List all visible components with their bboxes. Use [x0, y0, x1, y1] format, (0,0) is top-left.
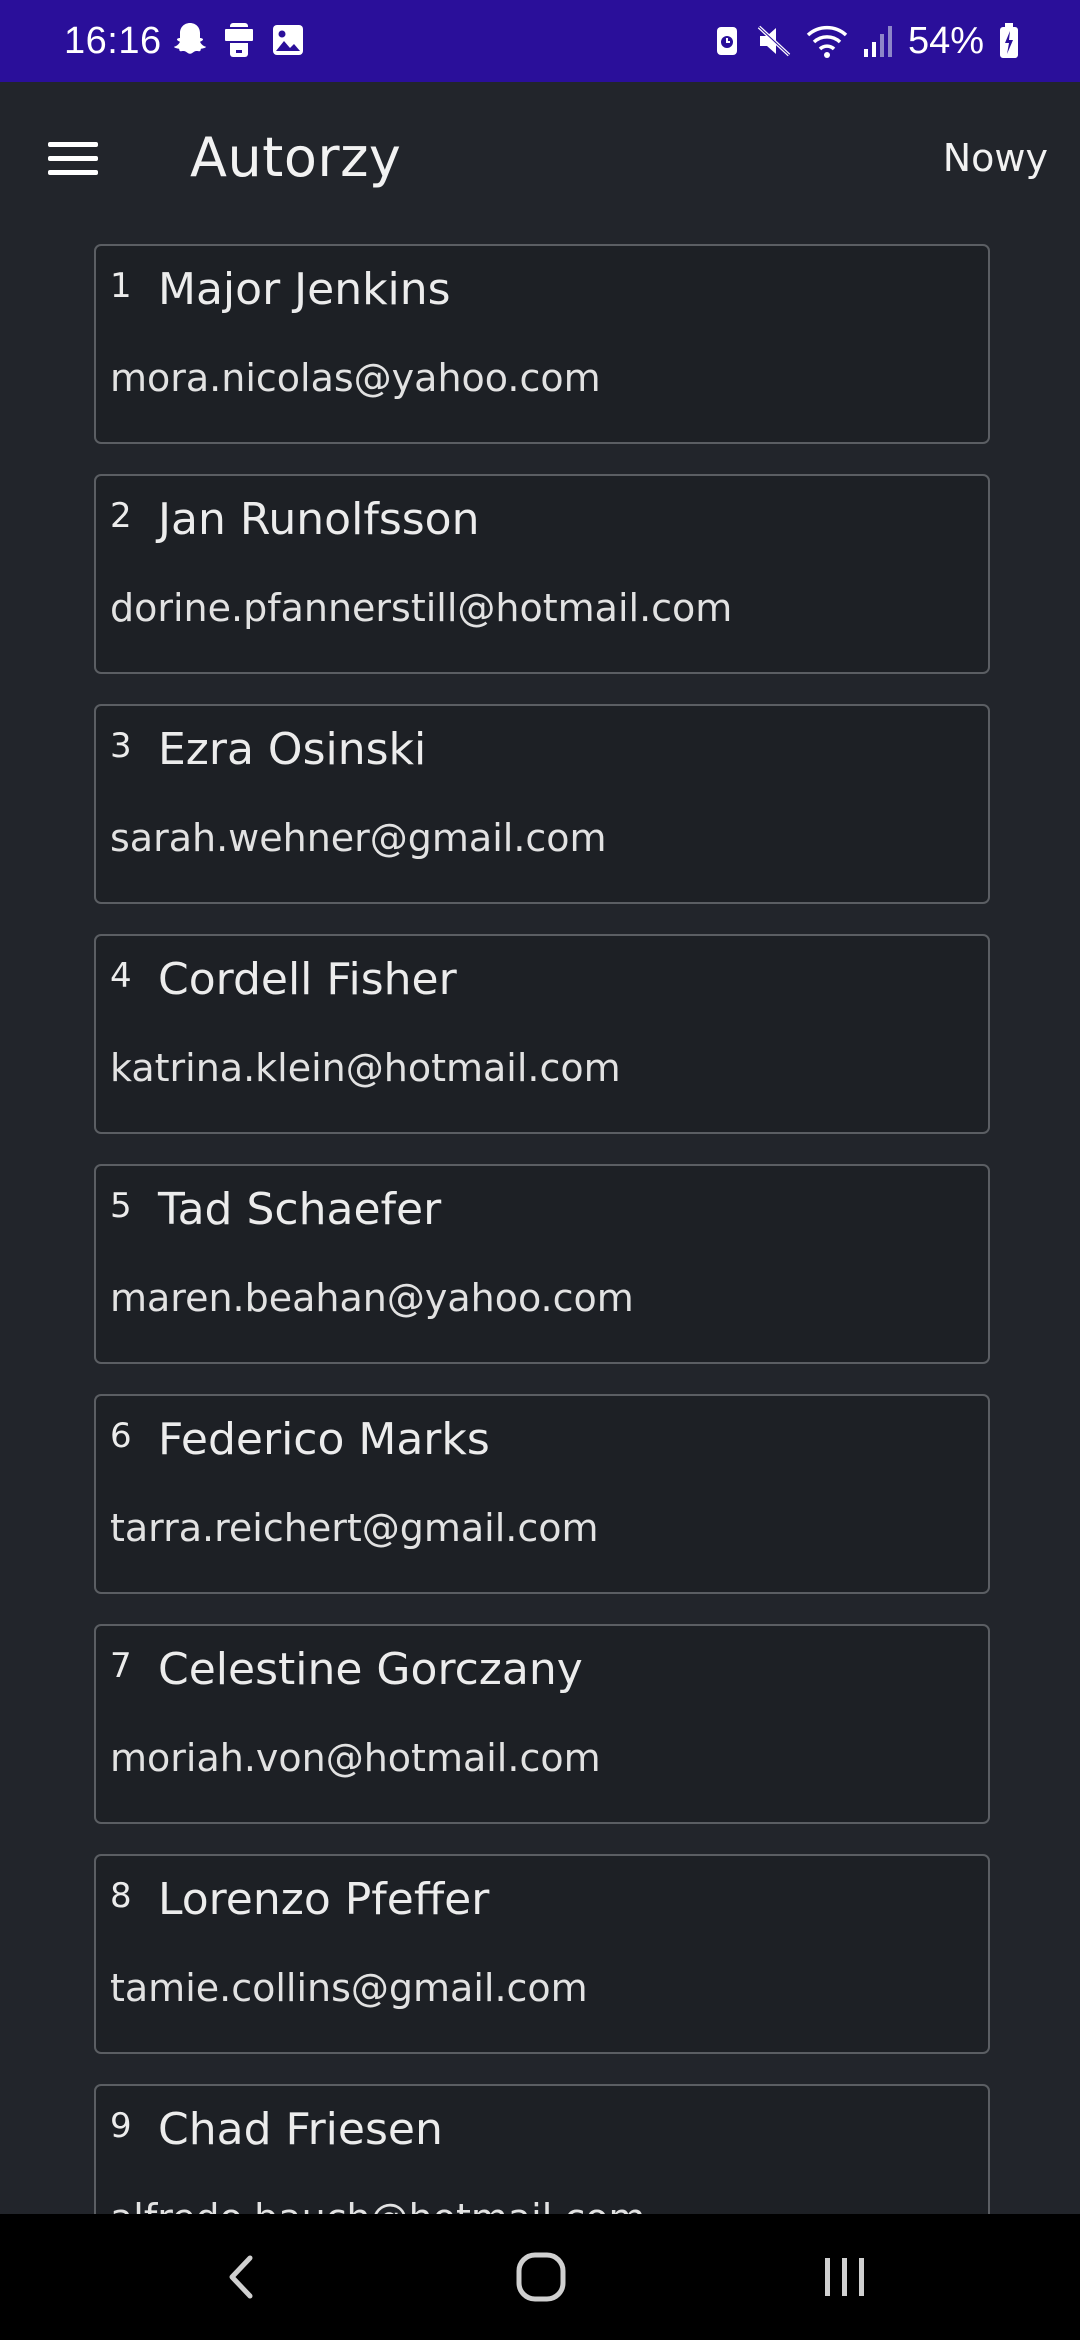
new-author-button[interactable]: Nowy: [943, 130, 1048, 186]
author-number: 5: [110, 1186, 132, 1226]
author-card[interactable]: 2 Jan Runolfsson dorine.pfannerstill@hot…: [94, 474, 990, 674]
author-number: 9: [110, 2106, 132, 2146]
author-name: Major Jenkins: [158, 264, 451, 315]
signal-icon: [862, 23, 894, 59]
status-right-icons: 54%: [712, 18, 1020, 64]
author-email: katrina.klein@hotmail.com: [110, 1046, 621, 1090]
author-name: Tad Schaefer: [158, 1184, 442, 1235]
author-name: Chad Friesen: [158, 2104, 443, 2155]
back-icon[interactable]: [195, 2244, 285, 2310]
author-email: mora.nicolas@yahoo.com: [110, 356, 601, 400]
author-email: dorine.pfannerstill@hotmail.com: [110, 586, 733, 630]
author-card[interactable]: 1 Major Jenkins mora.nicolas@yahoo.com: [94, 244, 990, 444]
mute-icon: [756, 23, 792, 59]
battery-percent: 54%: [907, 20, 984, 62]
author-number: 7: [110, 1646, 132, 1686]
hamburger-menu-icon[interactable]: [40, 134, 106, 184]
author-email: tamie.collins@gmail.com: [110, 1966, 588, 2010]
status-left-icons: [172, 20, 306, 60]
author-card[interactable]: 7 Celestine Gorczany moriah.von@hotmail.…: [94, 1624, 990, 1824]
author-number: 8: [110, 1876, 132, 1916]
recents-icon[interactable]: [800, 2244, 890, 2310]
author-card[interactable]: 3 Ezra Osinski sarah.wehner@gmail.com: [94, 704, 990, 904]
phone-notification-icon: [222, 20, 256, 60]
navigation-bar: [0, 2214, 1080, 2340]
author-email: moriah.von@hotmail.com: [110, 1736, 601, 1780]
author-card[interactable]: 9 Chad Friesen alfredo.bauch@hotmail.com: [94, 2084, 990, 2214]
page-title: Autorzy: [190, 126, 402, 189]
author-email: maren.beahan@yahoo.com: [110, 1276, 634, 1320]
author-number: 2: [110, 496, 132, 536]
author-email: sarah.wehner@gmail.com: [110, 816, 607, 860]
author-email: tarra.reichert@gmail.com: [110, 1506, 599, 1550]
alarm-icon: [712, 23, 742, 59]
author-name: Cordell Fisher: [158, 954, 457, 1005]
author-card[interactable]: 4 Cordell Fisher katrina.klein@hotmail.c…: [94, 934, 990, 1134]
battery-charging-icon: [998, 22, 1020, 60]
authors-list[interactable]: 1 Major Jenkins mora.nicolas@yahoo.com 2…: [0, 244, 1080, 2214]
app-bar: Autorzy Nowy: [0, 82, 1080, 232]
author-name: Federico Marks: [158, 1414, 490, 1465]
wifi-icon: [806, 23, 848, 59]
author-name: Ezra Osinski: [158, 724, 427, 775]
status-bar: 16:16 54%: [0, 0, 1080, 82]
author-number: 6: [110, 1416, 132, 1456]
author-name: Celestine Gorczany: [158, 1644, 583, 1695]
gallery-icon: [270, 22, 306, 58]
author-name: Jan Runolfsson: [158, 494, 480, 545]
author-card[interactable]: 8 Lorenzo Pfeffer tamie.collins@gmail.co…: [94, 1854, 990, 2054]
author-number: 1: [110, 266, 132, 306]
author-number: 4: [110, 956, 132, 996]
author-number: 3: [110, 726, 132, 766]
author-name: Lorenzo Pfeffer: [158, 1874, 490, 1925]
author-email: alfredo.bauch@hotmail.com: [110, 2192, 646, 2214]
snapchat-icon: [172, 20, 208, 60]
author-card[interactable]: 5 Tad Schaefer maren.beahan@yahoo.com: [94, 1164, 990, 1364]
status-time: 16:16: [64, 20, 162, 62]
author-card[interactable]: 6 Federico Marks tarra.reichert@gmail.co…: [94, 1394, 990, 1594]
home-icon[interactable]: [496, 2244, 586, 2310]
